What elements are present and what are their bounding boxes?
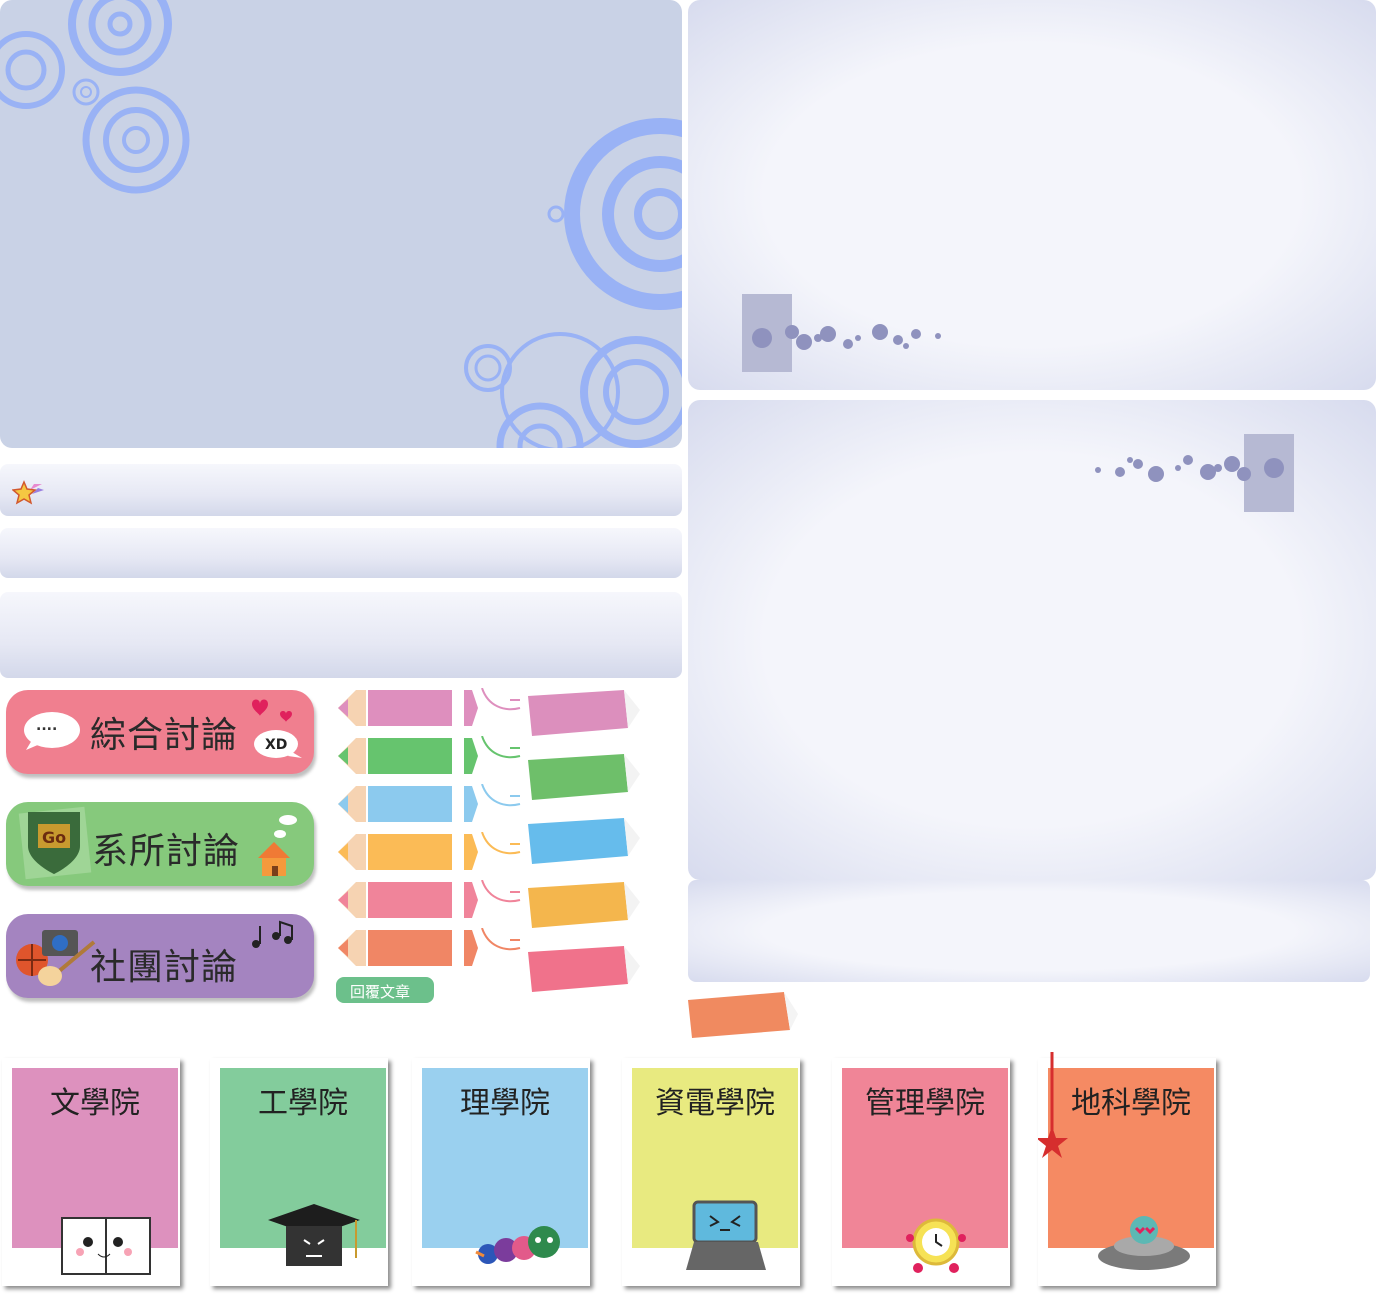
department-discussion-button[interactable]: Go 系所討論 xyxy=(6,802,314,886)
college-card-1[interactable]: 文學院 xyxy=(2,1058,180,1286)
general-discussion-label: 綜合討論 xyxy=(90,715,239,756)
alien-ufo-mascot-icon xyxy=(1094,1198,1194,1286)
pencil-icon xyxy=(338,783,521,824)
club-discussion-button[interactable]: 社團討論 xyxy=(6,914,314,998)
department-discussion-label: 系所討論 xyxy=(92,831,241,872)
tape-icon xyxy=(526,944,646,1000)
title-bar xyxy=(0,464,682,516)
soft-panel-footer xyxy=(688,880,1370,982)
ring-background-panel xyxy=(0,0,682,448)
college-name: 資電學院 xyxy=(655,1086,775,1121)
college-card-5[interactable]: 管理學院 xyxy=(832,1058,1010,1286)
house-icon xyxy=(258,815,297,876)
dots-text: .... xyxy=(36,718,58,734)
music-notes-icon xyxy=(252,920,293,948)
college-name: 工學院 xyxy=(258,1086,348,1121)
alarm-clock-mascot-icon xyxy=(888,1198,988,1286)
tape-icon xyxy=(526,816,646,872)
reply-article-label: 回覆文章 xyxy=(350,983,411,1001)
ring-decoration-icon xyxy=(0,0,682,448)
dot-decoration-icon xyxy=(1095,434,1294,512)
content-bar xyxy=(0,592,682,678)
soft-panel-top xyxy=(688,0,1376,390)
college-name: 管理學院 xyxy=(865,1086,985,1121)
dot-decoration-icon xyxy=(742,294,941,372)
college-card-3[interactable]: 理學院 xyxy=(412,1058,590,1286)
laptop-mascot-icon xyxy=(678,1198,778,1286)
caterpillar-mascot-icon xyxy=(468,1198,568,1286)
soft-panel-main xyxy=(688,400,1376,880)
tape-icon xyxy=(526,688,646,744)
go-text: Go xyxy=(42,828,67,847)
hanging-star-icon xyxy=(1036,1052,1068,1166)
college-card-2[interactable]: 工學院 xyxy=(210,1058,388,1286)
pencil-icon xyxy=(338,687,521,728)
subtitle-bar xyxy=(0,528,682,578)
college-name: 地科學院 xyxy=(1071,1086,1191,1121)
pencil-icon xyxy=(338,927,521,968)
college-card-4[interactable]: 資電學院 xyxy=(622,1058,800,1286)
xd-text: XD xyxy=(265,737,288,753)
pencil-icon xyxy=(338,831,521,872)
pencil-icon xyxy=(338,735,521,776)
pencil-icon xyxy=(338,879,521,920)
college-name: 理學院 xyxy=(460,1086,550,1121)
graduation-cap-mascot-icon xyxy=(266,1198,366,1286)
orange-tape-icon xyxy=(688,992,798,1038)
book-mascot-icon xyxy=(58,1198,158,1286)
heart-icon xyxy=(252,699,292,722)
reply-article-button[interactable]: 回覆文章 xyxy=(336,977,434,1003)
college-name: 文學院 xyxy=(50,1086,140,1121)
tape-icon xyxy=(526,752,646,808)
tape-icon xyxy=(526,880,646,936)
college-card-6[interactable]: 地科學院 xyxy=(1036,1052,1216,1286)
shooting-star-icon xyxy=(12,480,44,505)
club-discussion-label: 社團討論 xyxy=(90,947,239,988)
general-discussion-button[interactable]: .... 綜合討論 XD xyxy=(6,690,314,774)
